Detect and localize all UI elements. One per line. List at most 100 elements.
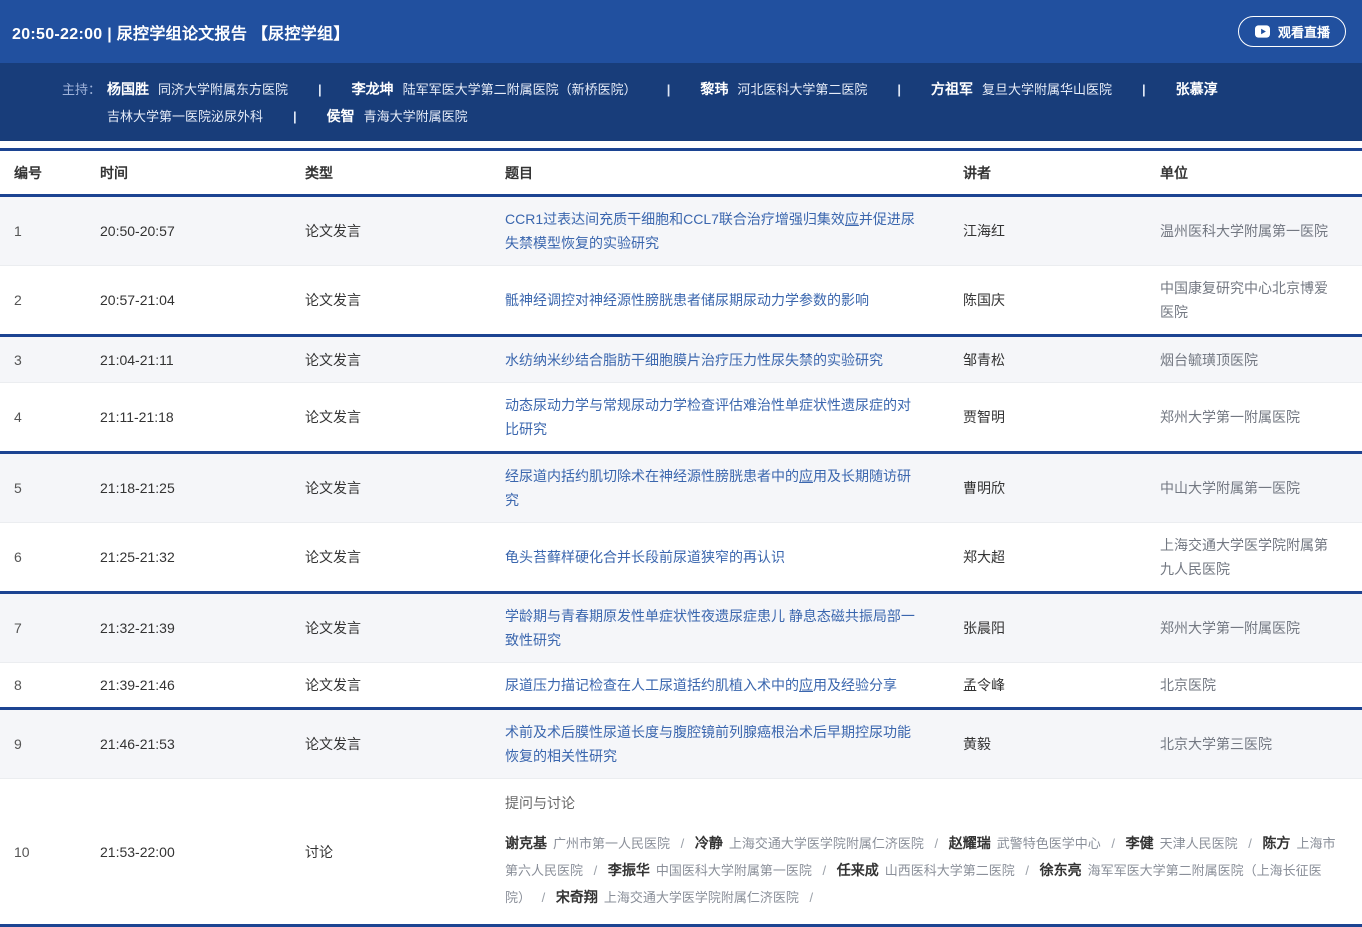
row-number: 8 (14, 677, 100, 693)
row-affiliation: 郑州大学第一附属医院 (1160, 606, 1348, 650)
row-time: 21:25-21:32 (100, 549, 305, 565)
row-speaker: 曹明欣 (963, 478, 1160, 498)
row-number: 2 (14, 292, 100, 308)
row-number: 3 (14, 352, 100, 368)
paper-title-link[interactable]: 术前及术后膜性尿道长度与腹腔镜前列腺癌根治术后早期控尿功能恢复的相关性研究 (505, 710, 963, 778)
host-item: 侯智青海大学附属医院 (327, 109, 468, 124)
discussant-separator: / (806, 890, 813, 905)
host-separator: | (318, 82, 322, 97)
paper-title-link[interactable]: 尿道压力描记检查在人工尿道括约肌植入术中的应用及经验分享 (505, 663, 963, 707)
paper-title-link[interactable]: 经尿道内括约肌切除术在神经源性膀胱患者中的应用及长期随访研究 (505, 454, 963, 522)
table-row: 921:46-21:53论文发言术前及术后膜性尿道长度与腹腔镜前列腺癌根治术后早… (0, 710, 1362, 779)
discussant-separator: / (819, 863, 830, 878)
row-type: 论文发言 (305, 618, 505, 638)
paper-title-link[interactable]: 骶神经调控对神经源性膀胱患者储尿期尿动力学参数的影响 (505, 278, 963, 322)
row-affiliation: 中国康复研究中心北京博爱医院 (1160, 266, 1348, 334)
row-number: 7 (14, 620, 100, 636)
row-type: 论文发言 (305, 221, 505, 241)
discussant-name: 宋奇翔 (556, 889, 598, 905)
row-speaker: 陈国庆 (963, 290, 1160, 310)
discussant-separator: / (677, 836, 688, 851)
row-type: 论文发言 (305, 734, 505, 754)
host-separator: | (1142, 82, 1146, 97)
table-row: 120:50-20:57论文发言CCR1过表达间充质干细胞和CCL7联合治疗增强… (0, 197, 1362, 266)
row-type: 论文发言 (305, 478, 505, 498)
column-header-1: 编号 (14, 163, 100, 183)
row-affiliation: 中山大学附属第一医院 (1160, 466, 1348, 510)
discussant-separator: / (538, 890, 549, 905)
row-time: 20:57-21:04 (100, 292, 305, 308)
discussant-affiliation: 中国医科大学附属第一医院 (656, 863, 812, 878)
table-row: 421:11-21:18论文发言动态尿动力学与常规尿动力学检查评估难治性单症状性… (0, 383, 1362, 454)
host-name: 张慕淳 (1176, 81, 1218, 97)
table-row: 1021:53-22:00讨论提问与讨论谢克基广州市第一人民医院 / 冷静上海交… (0, 779, 1362, 927)
row-affiliation: 上海交通大学医学院附属第九人民医院 (1160, 523, 1348, 591)
row-type: 论文发言 (305, 407, 505, 427)
row-number: 4 (14, 409, 100, 425)
row-time: 21:46-21:53 (100, 736, 305, 752)
row-type: 论文发言 (305, 675, 505, 695)
row-affiliation: 北京大学第三医院 (1160, 722, 1348, 766)
row-affiliation: 北京医院 (1160, 663, 1348, 707)
paper-title-link[interactable]: CCR1过表达间充质干细胞和CCL7联合治疗增强归集效应并促进尿失禁模型恢复的实… (505, 197, 963, 265)
discussant-name: 赵耀瑞 (949, 835, 991, 851)
discussion-label: 提问与讨论 (505, 792, 1340, 814)
host-name: 方祖军 (931, 81, 973, 97)
row-time: 21:11-21:18 (100, 409, 305, 425)
session-program-page: 20:50-22:00 | 尿控学组论文报告 【尿控学组】 观看直播 主持： 杨… (0, 0, 1362, 927)
row-number: 1 (14, 223, 100, 239)
row-time: 21:32-21:39 (100, 620, 305, 636)
discussant-name: 徐东亮 (1040, 862, 1082, 878)
table-body: 120:50-20:57论文发言CCR1过表达间充质干细胞和CCL7联合治疗增强… (0, 197, 1362, 927)
table-row: 721:32-21:39论文发言学龄期与青春期原发性单症状性夜遗尿症患儿 静息态… (0, 594, 1362, 663)
table-row: 321:04-21:11论文发言水纺纳米纱结合脂肪干细胞膜片治疗压力性尿失禁的实… (0, 337, 1362, 383)
hosts-label: 主持： (62, 76, 101, 130)
host-item: 方祖军复旦大学附属华山医院 (931, 82, 1112, 97)
discussant-name: 任来成 (837, 862, 879, 878)
paper-title-link[interactable]: 水纺纳米纱结合脂肪干细胞膜片治疗压力性尿失禁的实验研究 (505, 338, 963, 382)
row-number: 10 (14, 844, 100, 860)
paper-title-link[interactable]: 动态尿动力学与常规尿动力学检查评估难治性单症状性遗尿症的对比研究 (505, 383, 963, 451)
row-time: 21:18-21:25 (100, 480, 305, 496)
discussant-separator: / (931, 836, 942, 851)
program-table: 编号时间类型题目讲者单位 120:50-20:57论文发言CCR1过表达间充质干… (0, 148, 1362, 927)
host-affiliation: 吉林大学第一医院泌尿外科 (107, 109, 263, 124)
hosts-list: 杨国胜同济大学附属东方医院|李龙坤陆军军医大学第二附属医院（新桥医院）|黎玮河北… (107, 76, 1322, 130)
watch-live-button[interactable]: 观看直播 (1238, 16, 1346, 47)
discussion-cell: 提问与讨论谢克基广州市第一人民医院 / 冷静上海交通大学医学院附属仁济医院 / … (505, 779, 1348, 924)
row-time: 21:39-21:46 (100, 677, 305, 693)
host-name: 黎玮 (700, 81, 728, 97)
host-affiliation: 陆军军医大学第二附属医院（新桥医院） (403, 82, 637, 97)
hosts-bar: 主持： 杨国胜同济大学附属东方医院|李龙坤陆军军医大学第二附属医院（新桥医院）|… (0, 63, 1362, 141)
host-item: 李龙坤陆军军医大学第二附属医院（新桥医院） (352, 82, 637, 97)
row-speaker: 贾智明 (963, 407, 1160, 427)
table-row: 621:25-21:32论文发言龟头苔藓样硬化合并长段前尿道狭窄的再认识郑大超上… (0, 523, 1362, 594)
host-separator: | (293, 109, 297, 124)
host-separator: | (897, 82, 901, 97)
row-type: 论文发言 (305, 290, 505, 310)
discussant-name: 冷静 (695, 835, 723, 851)
discussant-name: 谢克基 (505, 835, 547, 851)
host-name: 杨国胜 (107, 81, 149, 97)
row-speaker: 张晨阳 (963, 618, 1160, 638)
column-header-6: 单位 (1160, 163, 1348, 183)
discussant-affiliation: 上海交通大学医学院附属仁济医院 (729, 836, 924, 851)
discussant-separator: / (1022, 863, 1033, 878)
row-number: 5 (14, 480, 100, 496)
column-header-2: 时间 (100, 163, 305, 183)
table-header-row: 编号时间类型题目讲者单位 (0, 151, 1362, 197)
discussant-name: 李健 (1126, 835, 1154, 851)
row-speaker: 黄毅 (963, 734, 1160, 754)
paper-title-link[interactable]: 学龄期与青春期原发性单症状性夜遗尿症患儿 静息态磁共振局部一致性研究 (505, 594, 963, 662)
watch-live-label: 观看直播 (1278, 22, 1330, 41)
host-name: 侯智 (327, 108, 355, 124)
row-affiliation: 温州医科大学附属第一医院 (1160, 209, 1348, 253)
row-time: 20:50-20:57 (100, 223, 305, 239)
discussant-list: 谢克基广州市第一人民医院 / 冷静上海交通大学医学院附属仁济医院 / 赵耀瑞武警… (505, 830, 1340, 911)
host-affiliation: 青海大学附属医院 (364, 109, 468, 124)
row-speaker: 孟令峰 (963, 675, 1160, 695)
row-type: 论文发言 (305, 350, 505, 370)
table-row: 821:39-21:46论文发言尿道压力描记检查在人工尿道括约肌植入术中的应用及… (0, 663, 1362, 710)
paper-title-link[interactable]: 龟头苔藓样硬化合并长段前尿道狭窄的再认识 (505, 535, 963, 579)
row-number: 6 (14, 549, 100, 565)
